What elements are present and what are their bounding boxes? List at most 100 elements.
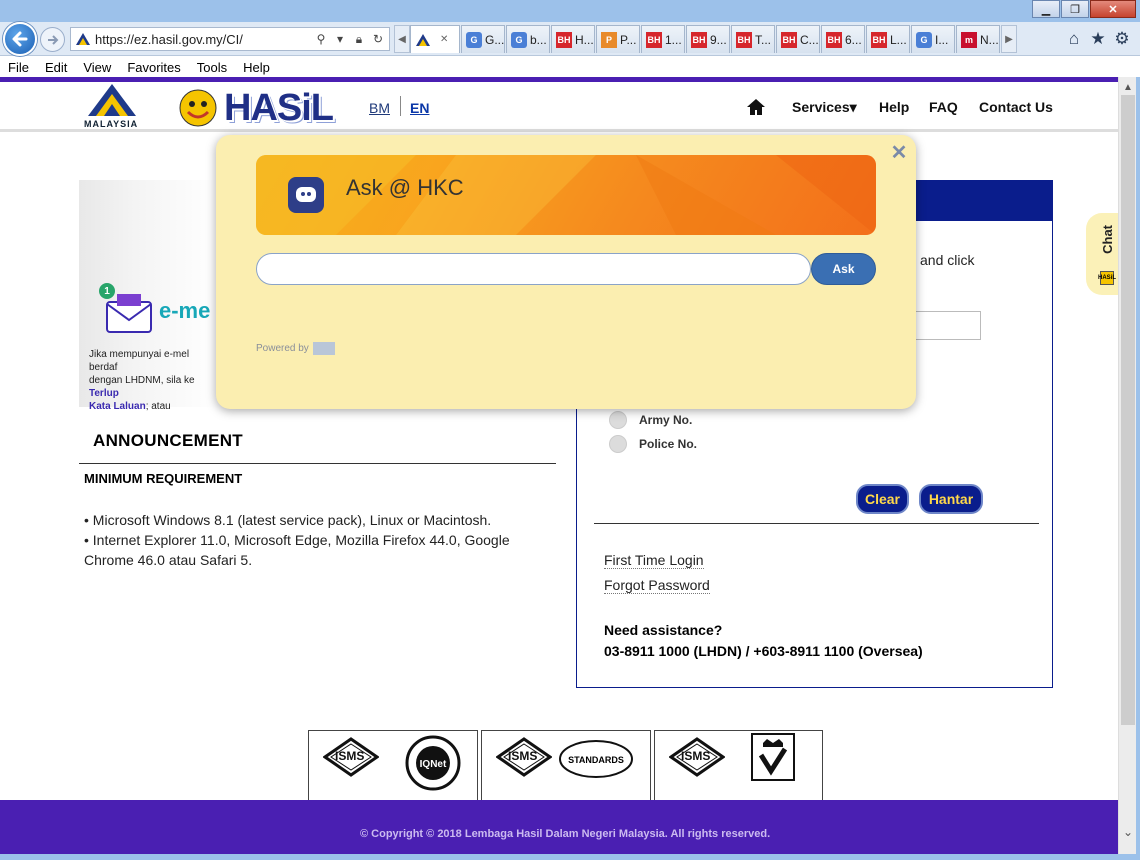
banner-caption-link[interactable]: Terlup	[89, 388, 119, 399]
menu-file[interactable]: File	[8, 60, 29, 75]
tab-favicon-icon: BH	[736, 31, 752, 48]
browser-tab[interactable]: ✕	[410, 25, 460, 53]
menu-tools[interactable]: Tools	[197, 60, 227, 75]
hantar-submit-button[interactable]: Hantar	[919, 484, 983, 514]
forward-button[interactable]	[40, 27, 65, 52]
browser-tab[interactable]: G G...	[461, 25, 505, 53]
email-banner[interactable]: 1 e-me Jika mempunyai e-mel berdaf denga…	[79, 180, 219, 412]
announcement-item: • Internet Explorer 11.0, Microsoft Edge…	[84, 532, 510, 568]
announcement-item: • Microsoft Windows 8.1 (latest service …	[84, 512, 492, 528]
browser-tab[interactable]: BH T...	[731, 25, 775, 53]
browser-tab[interactable]: BH 1...	[641, 25, 685, 53]
vertical-scrollbar[interactable]: ▲ ⌄	[1118, 77, 1136, 854]
iqnet-label: IQNet	[420, 759, 447, 770]
tab-scroll-left[interactable]: ◀	[394, 25, 410, 53]
scroll-thumb[interactable]	[1121, 95, 1135, 725]
settings-gear-icon[interactable]: ⚙	[1110, 28, 1134, 50]
radio-button[interactable]	[609, 435, 627, 453]
envelope-icon	[106, 294, 152, 333]
menu-favorites[interactable]: Favorites	[127, 60, 180, 75]
nav-contact-us[interactable]: Contact Us	[979, 99, 1053, 115]
scroll-up-icon[interactable]: ▲	[1119, 79, 1137, 95]
nav-help[interactable]: Help	[879, 99, 909, 115]
ukas-crown-tick-icon	[751, 733, 795, 781]
tab-scroll-right[interactable]: ▶	[1001, 25, 1017, 53]
browser-tab[interactable]: BH H...	[551, 25, 595, 53]
banner-caption-line1: Jika mempunyai e-mel berdaf	[89, 349, 190, 373]
site-footer: © Copyright © 2018 Lembaga Hasil Dalam N…	[0, 800, 1118, 854]
chat-tab-label: Chat	[1100, 225, 1115, 254]
cert-badge-isms-standards: ISMS STANDARDS	[481, 730, 651, 810]
browser-tab[interactable]: G I...	[911, 25, 955, 53]
favorites-star-icon[interactable]: ★	[1086, 28, 1110, 50]
lang-en-link[interactable]: EN	[410, 100, 429, 116]
ask-button[interactable]: Ask	[811, 253, 876, 285]
close-popup-icon[interactable]: ✕	[890, 142, 908, 164]
minimize-button[interactable]: ▁	[1032, 0, 1060, 18]
tab-favicon-icon: BH	[871, 31, 887, 48]
lang-bm-link[interactable]: BM	[369, 100, 390, 116]
close-window-button[interactable]: ✕	[1090, 0, 1136, 18]
radio-button[interactable]	[609, 411, 627, 429]
chat-side-tab[interactable]: Chat HASiL	[1086, 213, 1118, 295]
ask-hkc-header: Ask @ HKC	[256, 155, 876, 235]
banner-caption: Jika mempunyai e-mel berdaf dengan LHDNM…	[89, 348, 219, 413]
clear-button[interactable]: Clear	[856, 484, 909, 514]
address-url[interactable]: https://ez.hasil.gov.my/CI/	[95, 32, 313, 47]
nav-faq[interactable]: FAQ	[929, 99, 958, 115]
tab-close-icon[interactable]: ✕	[440, 34, 448, 45]
browser-tab[interactable]: P P...	[596, 25, 640, 53]
window-frame-bottom	[0, 854, 1140, 860]
browser-tab[interactable]: BH L...	[866, 25, 910, 53]
ask-hkc-title: Ask @ HKC	[346, 175, 464, 200]
first-time-login-link[interactable]: First Time Login	[604, 552, 704, 569]
tab-favicon-icon: G	[466, 31, 482, 48]
cert-badge-isms-iqnet: ISMS IQNet	[308, 730, 478, 810]
assistance-phone: 03-8911 1000 (LHDN) / +603-8911 1100 (Ov…	[604, 643, 923, 659]
refresh-icon[interactable]: ↻	[370, 31, 386, 47]
home-icon[interactable]	[746, 98, 766, 116]
forgot-password-link[interactable]: Forgot Password	[604, 577, 710, 594]
search-icon[interactable]: ⚲	[313, 31, 329, 47]
login-id-input[interactable]	[909, 311, 981, 340]
tab-favicon-icon: BH	[691, 31, 707, 48]
announcement-list: • Microsoft Windows 8.1 (latest service …	[84, 510, 534, 570]
lock-icon[interactable]: 🔒︎	[351, 31, 367, 47]
menu-help[interactable]: Help	[243, 60, 270, 75]
announcement-subtitle: MINIMUM REQUIREMENT	[84, 471, 243, 486]
tab-label: C...	[800, 32, 819, 47]
isms-label: ISMS	[508, 749, 538, 763]
back-button[interactable]	[3, 22, 37, 56]
tab-favicon-icon: BH	[781, 31, 797, 48]
window-frame	[1136, 77, 1140, 860]
scroll-down-icon[interactable]: ⌄	[1119, 824, 1137, 840]
site-favicon-icon	[76, 33, 90, 45]
tax-query-logo	[288, 177, 324, 213]
lang-separator	[400, 96, 401, 116]
browser-tab[interactable]: Gb...	[506, 25, 550, 53]
tab-label: N...	[980, 32, 999, 47]
browser-tab[interactable]: BH 6...	[821, 25, 865, 53]
tab-label: L...	[890, 32, 907, 47]
ask-hkc-input[interactable]	[256, 253, 811, 285]
browser-tab[interactable]: m N...	[956, 25, 1000, 53]
nav-services[interactable]: Services▾	[792, 99, 857, 116]
tab-favicon-icon: BH	[556, 31, 572, 48]
address-bar[interactable]: https://ez.hasil.gov.my/CI/ ⚲ ▾ 🔒︎ ↻	[70, 27, 390, 51]
tab-favicon-icon: BH	[826, 31, 842, 48]
radio-police[interactable]: Police No.	[609, 435, 697, 453]
iqnet-seal-icon: IQNet	[405, 735, 461, 791]
maximize-button[interactable]: ❐	[1061, 0, 1089, 18]
radio-army-label: Army No.	[639, 413, 693, 427]
browser-tab[interactable]: BH 9...	[686, 25, 730, 53]
menu-edit[interactable]: Edit	[45, 60, 67, 75]
dropdown-icon[interactable]: ▾	[332, 31, 348, 47]
home-button-icon[interactable]: ⌂	[1062, 28, 1086, 50]
navigation-bar: https://ez.hasil.gov.my/CI/ ⚲ ▾ 🔒︎ ↻ ◀ ✕…	[0, 22, 1140, 56]
radio-army[interactable]: Army No.	[609, 411, 692, 429]
cert-badge-isms-ukas: ISMS	[654, 730, 823, 810]
browser-tab[interactable]: BH C...	[776, 25, 820, 53]
announcement-divider	[79, 463, 556, 464]
tab-label: P...	[620, 32, 637, 47]
menu-view[interactable]: View	[83, 60, 111, 75]
